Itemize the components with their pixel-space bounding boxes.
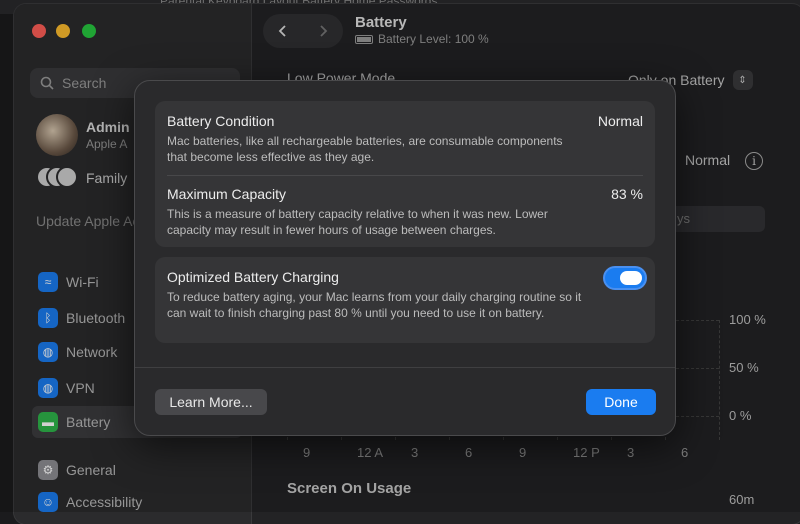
maximum-capacity-value: 83 % — [611, 186, 643, 202]
battery-health-dialog: Battery Condition Normal Mac batteries, … — [134, 80, 676, 436]
battery-info-card: Battery Condition Normal Mac batteries, … — [155, 101, 655, 247]
done-button[interactable]: Done — [586, 389, 656, 415]
learn-more-button[interactable]: Learn More... — [155, 389, 267, 415]
divider — [167, 175, 643, 176]
battery-condition-label: Battery Condition — [167, 113, 275, 129]
divider — [135, 367, 675, 368]
optimized-charging-description: To reduce battery aging, your Mac learns… — [167, 290, 582, 320]
optimized-charging-toggle[interactable] — [603, 266, 647, 290]
battery-condition-description: Mac batteries, like all rechargeable bat… — [167, 134, 563, 164]
toggle-knob — [620, 271, 642, 285]
optimized-charging-card: Optimized Battery Charging To reduce bat… — [155, 257, 655, 343]
maximum-capacity-label: Maximum Capacity — [167, 186, 287, 202]
maximum-capacity-description: This is a measure of battery capacity re… — [167, 207, 548, 237]
optimized-charging-label: Optimized Battery Charging — [167, 269, 339, 285]
battery-condition-value: Normal — [597, 113, 643, 129]
